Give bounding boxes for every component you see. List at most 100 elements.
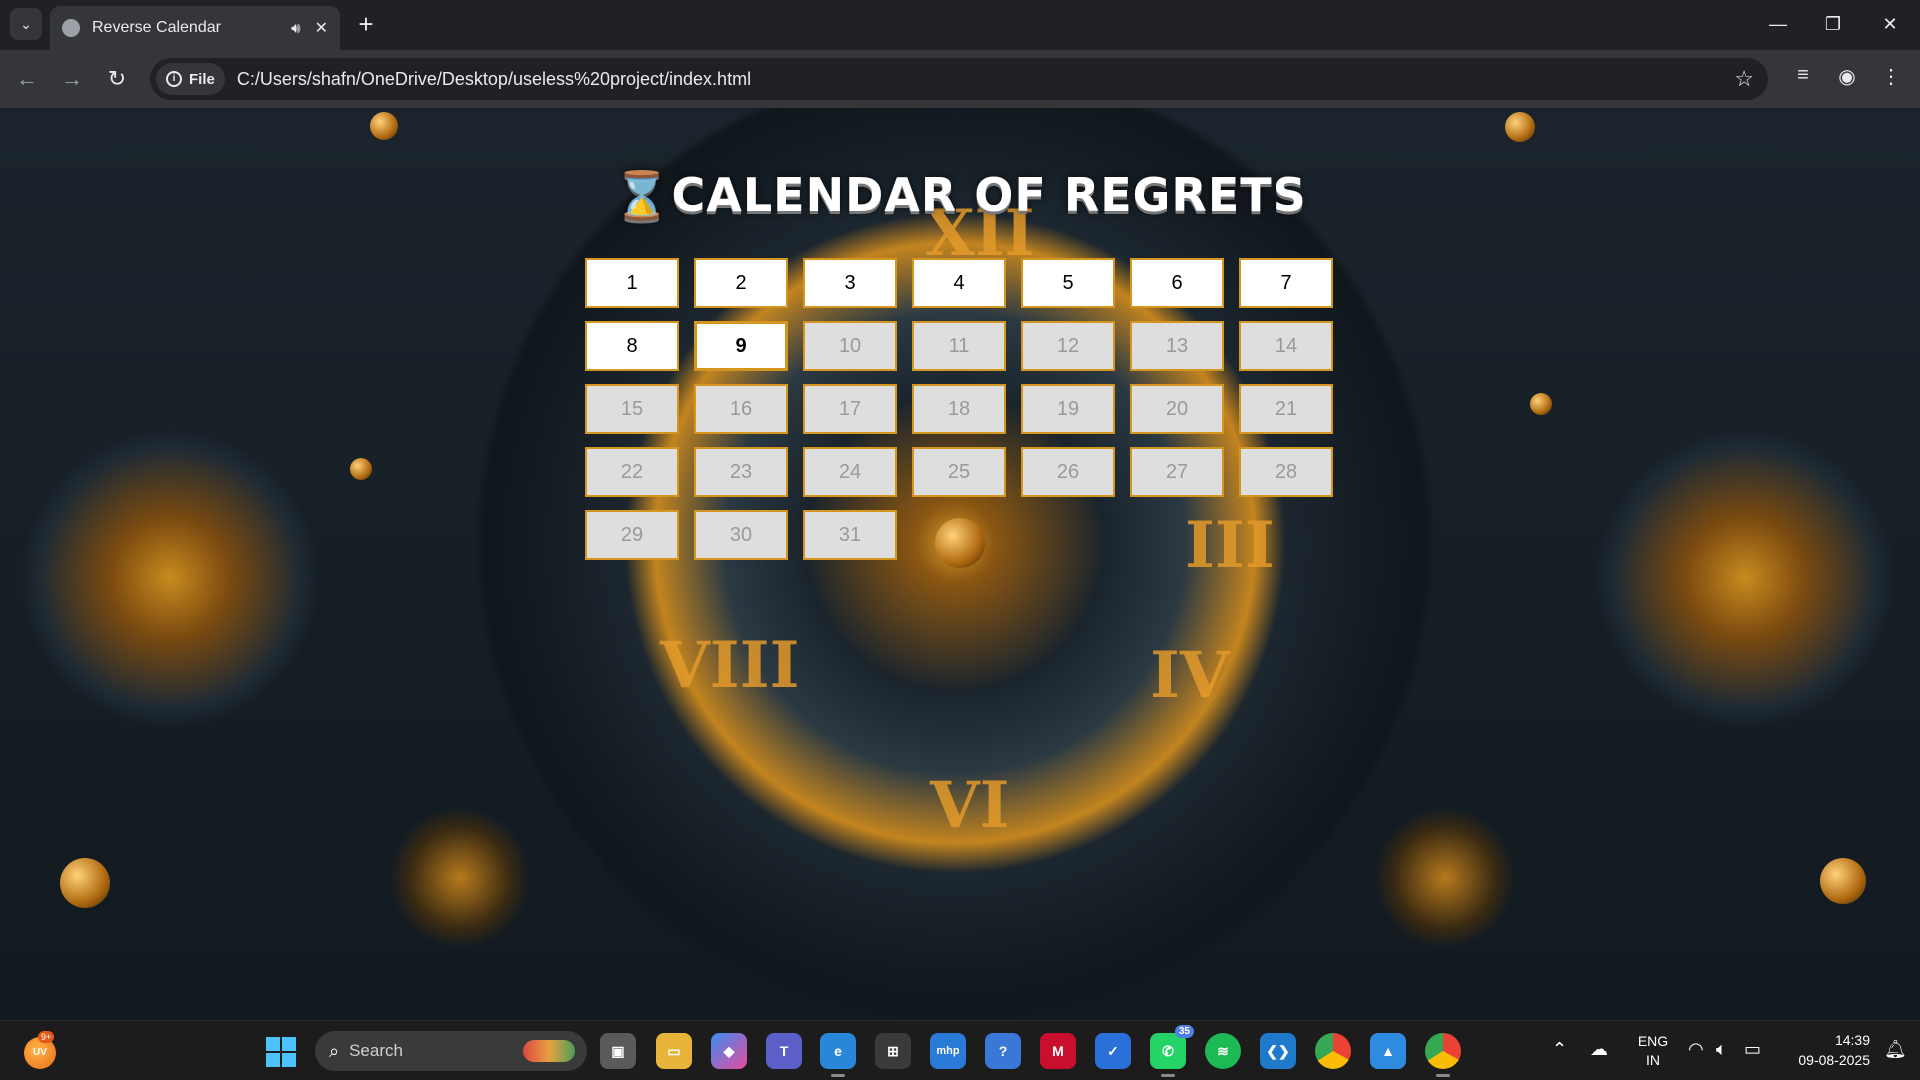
day-cell-future: 22 bbox=[585, 447, 679, 497]
clock-time[interactable]: 14:39 bbox=[1780, 1032, 1870, 1048]
new-tab-button[interactable]: + bbox=[352, 10, 380, 38]
day-cell-future: 23 bbox=[694, 447, 788, 497]
address-bar[interactable]: i File C:/Users/shafn/OneDrive/Desktop/u… bbox=[150, 58, 1768, 100]
day-cell-future: 20 bbox=[1130, 384, 1224, 434]
page-title: ⌛CALENDAR OF REGRETS bbox=[613, 168, 1307, 222]
day-cell-future: 15 bbox=[585, 384, 679, 434]
microsoft-store-icon[interactable]: ⊞ bbox=[875, 1033, 911, 1069]
chrome-icon[interactable] bbox=[1315, 1033, 1351, 1069]
tab-title: Reverse Calendar bbox=[92, 19, 221, 36]
calendar-grid: 1 2 3 4 5 6 7 8 9 10 11 12 13 14 15 16 17 18 19 20 21 22 23 24 2… bbox=[585, 258, 1333, 560]
copilot-icon[interactable]: ◆ bbox=[711, 1033, 747, 1069]
close-tab-icon[interactable]: ✕ bbox=[315, 18, 328, 38]
taskbar: UV 9+ ⌕ Search ▣ ▭ ◆ T e ⊞ mhp ? M ✓ ✆ 35… bbox=[0, 1020, 1920, 1080]
day-cell-future: 24 bbox=[803, 447, 897, 497]
region-indicator[interactable]: IN bbox=[1633, 1052, 1673, 1068]
day-cell-future: 28 bbox=[1239, 447, 1333, 497]
day-cell-future: 30 bbox=[694, 510, 788, 560]
day-cell-future: 14 bbox=[1239, 321, 1333, 371]
vscode-icon[interactable]: ❮❯ bbox=[1260, 1033, 1296, 1069]
day-cell-future: 12 bbox=[1021, 321, 1115, 371]
day-cell-past[interactable]: 6 bbox=[1130, 258, 1224, 308]
help-icon[interactable]: ? bbox=[985, 1033, 1021, 1069]
spotify-icon[interactable]: ≋ bbox=[1205, 1033, 1241, 1069]
day-cell-today[interactable]: 9 bbox=[694, 321, 788, 371]
day-cell-future: 31 bbox=[803, 510, 897, 560]
bookmark-star-icon[interactable]: ☆ bbox=[1734, 66, 1754, 92]
tab-reverse-calendar[interactable]: Reverse Calendar 🔊︎ ✕ bbox=[50, 6, 340, 50]
day-cell-future: 29 bbox=[585, 510, 679, 560]
day-cell-future: 16 bbox=[694, 384, 788, 434]
clock-date[interactable]: 09-08-2025 bbox=[1780, 1052, 1870, 1068]
day-cell-future: 21 bbox=[1239, 384, 1333, 434]
page-viewport: XII III VI VIII IV ⌛CALENDAR OF REGRETS … bbox=[0, 108, 1920, 1020]
site-info-chip[interactable]: i File bbox=[156, 63, 225, 95]
speaker-icon[interactable]: 🔊︎ bbox=[291, 20, 300, 37]
minimize-button[interactable]: — bbox=[1758, 8, 1798, 40]
file-explorer-icon[interactable]: ▭ bbox=[656, 1033, 692, 1069]
globe-icon bbox=[62, 19, 80, 37]
day-cell-past[interactable]: 7 bbox=[1239, 258, 1333, 308]
volume-icon[interactable]: 🔈︎ bbox=[1716, 1039, 1727, 1060]
decor-bolt bbox=[370, 112, 398, 140]
task-view-icon[interactable]: ▣ bbox=[600, 1033, 636, 1069]
whatsapp-badge: 35 bbox=[1174, 1025, 1194, 1038]
day-cell-past[interactable]: 8 bbox=[585, 321, 679, 371]
day-cell-past[interactable]: 2 bbox=[694, 258, 788, 308]
day-cell-past[interactable]: 4 bbox=[912, 258, 1006, 308]
day-cell-past[interactable]: 5 bbox=[1021, 258, 1115, 308]
decor-bolt bbox=[60, 858, 110, 908]
wifi-icon[interactable]: ◠ bbox=[1688, 1039, 1704, 1060]
day-cell-future: 17 bbox=[803, 384, 897, 434]
edge-icon[interactable]: e bbox=[820, 1033, 856, 1077]
day-cell-future: 11 bbox=[912, 321, 1006, 371]
back-arrow-icon[interactable]: ← bbox=[12, 64, 42, 94]
day-cell-future: 26 bbox=[1021, 447, 1115, 497]
notification-bell-icon[interactable]: 🔔︎ bbox=[1884, 1039, 1907, 1060]
day-cell-future: 19 bbox=[1021, 384, 1115, 434]
battery-icon[interactable]: ▭ bbox=[1744, 1039, 1761, 1060]
day-cell-past[interactable]: 3 bbox=[803, 258, 897, 308]
reload-icon[interactable]: ↻ bbox=[102, 64, 132, 94]
mahp-app-icon[interactable]: mhp bbox=[930, 1033, 966, 1069]
tab-search-chevron-icon[interactable]: ⌄ bbox=[10, 8, 42, 40]
windows-start-icon[interactable] bbox=[266, 1037, 296, 1067]
search-icon: ⌕ bbox=[329, 1040, 340, 1061]
whatsapp-icon[interactable]: ✆ 35 bbox=[1150, 1025, 1194, 1077]
mcafee-icon[interactable]: M bbox=[1040, 1033, 1076, 1069]
onedrive-icon[interactable]: ☁ bbox=[1590, 1039, 1608, 1060]
browser-toolbar: ← → ↻ i File C:/Users/shafn/OneDrive/Des… bbox=[0, 50, 1920, 108]
search-highlight-icon bbox=[523, 1040, 575, 1062]
background-roman-numeral: VIII bbox=[660, 628, 800, 703]
decor-bolt bbox=[1820, 858, 1866, 904]
day-cell-future: 13 bbox=[1130, 321, 1224, 371]
day-cell-past[interactable]: 1 bbox=[585, 258, 679, 308]
url-text[interactable]: C:/Users/shafn/OneDrive/Desktop/useless%… bbox=[237, 69, 751, 90]
photos-icon[interactable]: ▲ bbox=[1370, 1033, 1406, 1069]
weather-badge: 9+ bbox=[38, 1031, 55, 1043]
decor-bolt bbox=[1505, 112, 1535, 142]
background-roman-numeral: IV bbox=[1150, 638, 1230, 713]
close-window-button[interactable]: ✕ bbox=[1870, 8, 1910, 40]
chrome-active-icon[interactable] bbox=[1425, 1033, 1461, 1077]
site-info-label: File bbox=[189, 70, 215, 88]
taskbar-search[interactable]: ⌕ Search bbox=[315, 1031, 587, 1071]
decor-bolt bbox=[350, 458, 372, 480]
background-roman-numeral: VI bbox=[930, 768, 1010, 843]
day-cell-future: 18 bbox=[912, 384, 1006, 434]
info-icon: i bbox=[166, 71, 182, 87]
search-label: Search bbox=[349, 1041, 403, 1060]
teams-icon[interactable]: T bbox=[766, 1033, 802, 1069]
profile-icon[interactable]: ◉ bbox=[1832, 64, 1862, 89]
menu-icon[interactable]: ⋮ bbox=[1876, 64, 1906, 89]
todo-icon[interactable]: ✓ bbox=[1095, 1033, 1131, 1069]
media-control-icon[interactable]: ≡ bbox=[1788, 64, 1818, 87]
tab-strip: ⌄ Reverse Calendar 🔊︎ ✕ + — ❐ ✕ bbox=[0, 0, 1920, 50]
day-cell-future: 27 bbox=[1130, 447, 1224, 497]
restore-button[interactable]: ❐ bbox=[1813, 8, 1853, 40]
day-cell-future: 25 bbox=[912, 447, 1006, 497]
day-cell-future: 10 bbox=[803, 321, 897, 371]
forward-arrow-icon[interactable]: → bbox=[57, 64, 87, 94]
language-indicator[interactable]: ENG bbox=[1633, 1033, 1673, 1049]
tray-chevron-up-icon[interactable]: ⌃ bbox=[1552, 1039, 1567, 1060]
